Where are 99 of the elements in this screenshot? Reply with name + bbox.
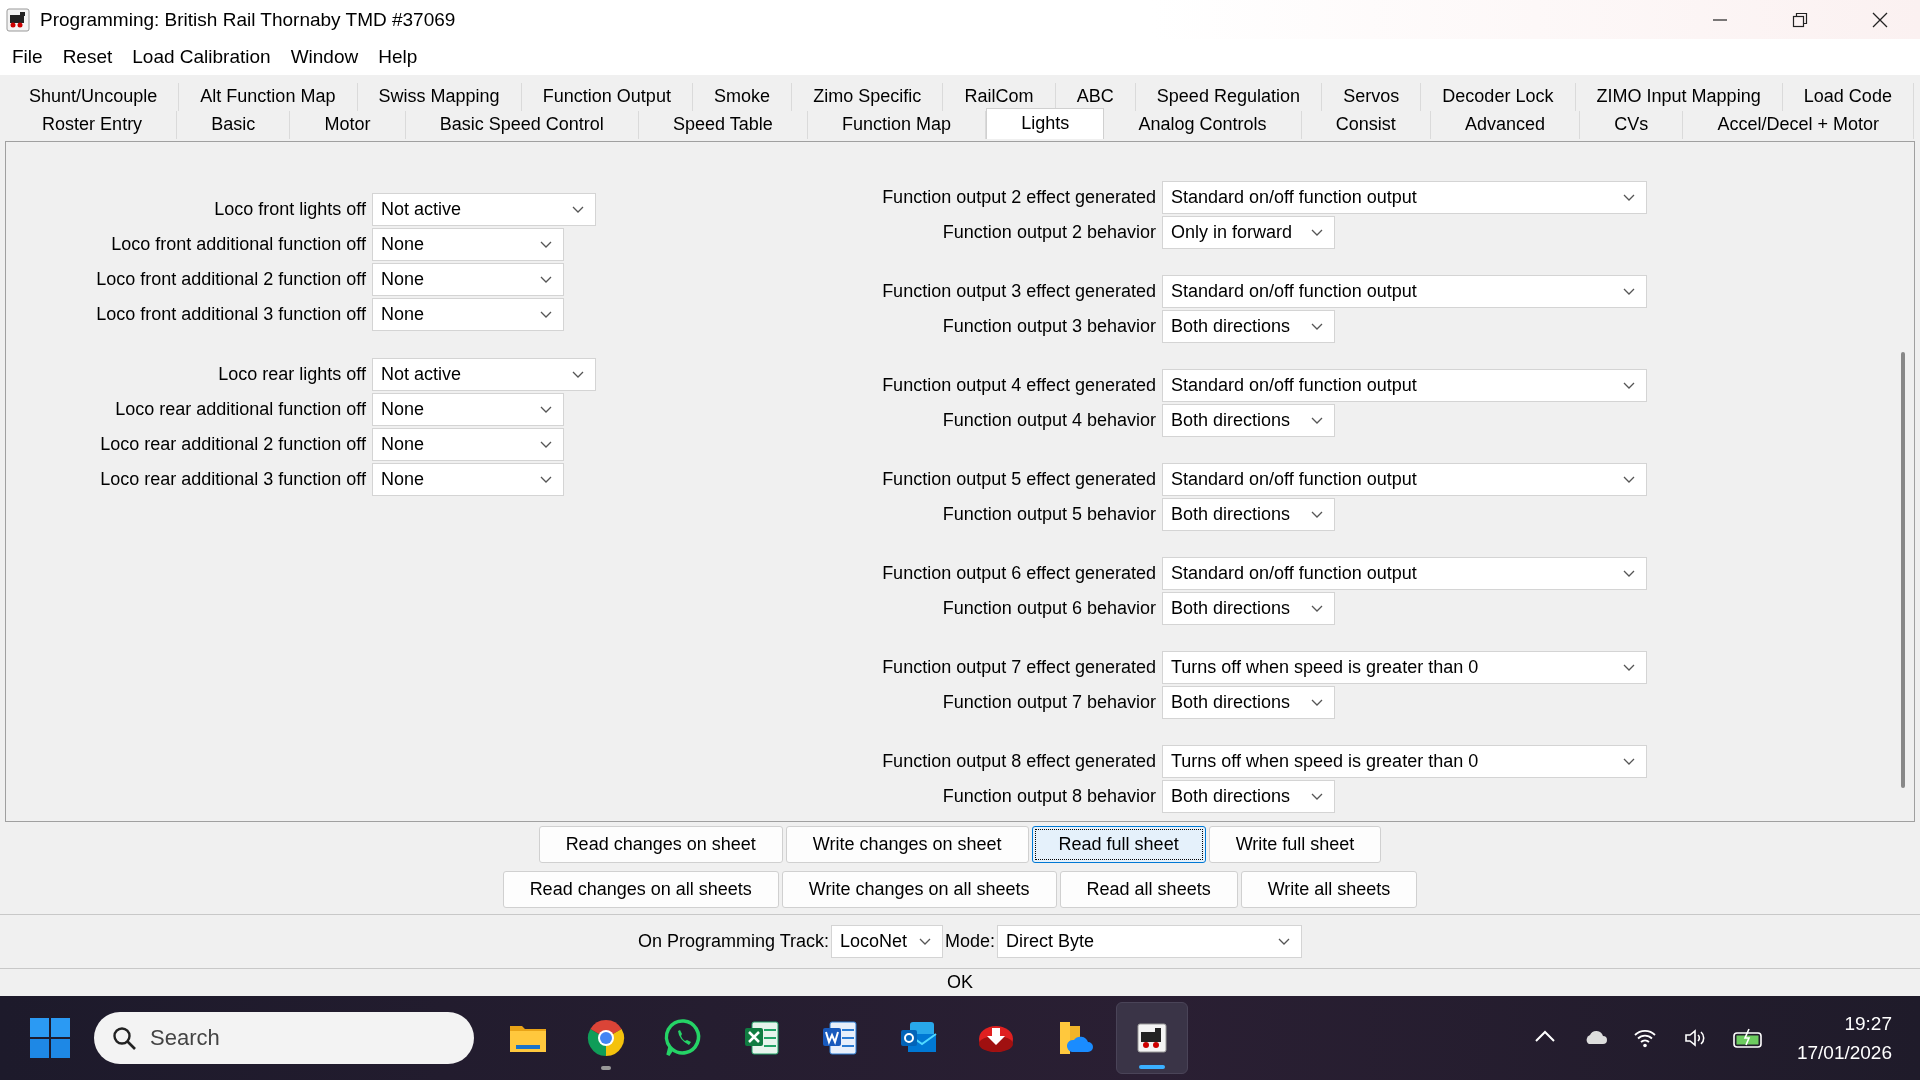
field-label: Loco rear lights off [217,363,366,385]
sheet-button[interactable]: Read all sheets [1059,870,1238,908]
field-label: Function output 2 effect generated [881,186,1156,208]
menu-item[interactable]: Load Calibration [122,46,281,69]
tab[interactable]: Shunt/Uncouple [8,82,180,111]
sheet-button[interactable]: Write all sheets [1240,870,1418,908]
dropdown[interactable]: Both directions [1162,779,1335,813]
scrollbar-thumb[interactable] [1901,351,1905,788]
field-label: Function output 7 effect generated [881,656,1156,678]
dropdown[interactable]: None [372,227,564,261]
dropdown[interactable]: Both directions [1162,309,1335,343]
field-label: Loco rear additional function off [114,398,366,420]
dropdown[interactable]: Only in forward [1162,215,1335,249]
menu-item[interactable]: Reset [52,46,123,69]
field-label: Loco front additional function off [110,233,366,255]
window-title: Programming: British Rail Thornaby TMD #37069 [40,8,456,31]
tab[interactable]: Servos [1322,82,1422,111]
tab[interactable]: Decoder Lock [1421,82,1576,111]
tab[interactable]: Speed Regulation [1135,82,1323,111]
dropdown[interactable]: Both directions [1162,497,1335,531]
tab[interactable]: Advanced [1430,110,1581,139]
tab[interactable]: Basic [177,110,291,139]
tab[interactable]: Smoke [693,82,793,111]
dropdown[interactable]: Both directions [1162,403,1335,437]
field-label: On Programming Track: [637,930,829,952]
dropdown[interactable]: Both directions [1162,685,1335,719]
tab[interactable]: Zimo Specific [792,82,944,111]
dropdown[interactable]: None [372,392,564,426]
tab[interactable]: Motor [290,110,406,139]
running-indicator [601,1066,611,1071]
menu-item[interactable]: File [2,46,53,69]
sheet-button[interactable]: Read full sheet [1031,825,1206,863]
sheet-button[interactable]: Write changes on all sheets [781,870,1057,908]
dropdown[interactable]: None [372,427,564,461]
battery-icon[interactable] [1732,1026,1763,1051]
field-label: Loco front lights off [213,198,366,220]
clock-time[interactable]: 19:27 [1844,1009,1892,1039]
dropdown[interactable]: Turns off when speed is greater than 0 [1162,744,1647,778]
field-label: Loco rear additional 3 function off [99,468,366,490]
dropdown[interactable]: None [372,262,564,296]
taskbar-app[interactable] [1116,1002,1188,1075]
sheet-button[interactable]: Write full sheet [1208,825,1382,863]
status-text: OK [947,972,973,994]
sheet-button[interactable]: Read changes on sheet [538,825,783,863]
dropdown[interactable]: None [372,297,564,331]
field-label: Function output 3 effect generated [881,280,1156,302]
windows-logo-icon[interactable] [30,1018,70,1059]
tab[interactable]: Alt Function Map [179,82,358,111]
tab[interactable]: Basic Speed Control [405,110,639,139]
field-label: Function output 4 behavior [941,409,1156,431]
field-label: Function output 5 behavior [941,503,1156,525]
field-label: Function output 6 effect generated [881,562,1156,584]
tab[interactable]: CVs [1580,110,1684,139]
dropdown[interactable]: Turns off when speed is greater than 0 [1162,650,1647,684]
dropdown[interactable]: Standard on/off function output [1162,274,1647,308]
menu-item[interactable]: Help [368,46,428,69]
search-icon [112,1026,136,1051]
dropdown[interactable]: Standard on/off function output [1162,462,1647,496]
browser-icon [586,1018,626,1059]
search-field[interactable]: Search [94,1012,474,1065]
tab[interactable]: Function Output [521,82,693,111]
close-icon[interactable] [1872,11,1888,28]
dropdown[interactable]: Not active [372,192,596,226]
clock-date[interactable]: 17/01/2026 [1796,1038,1892,1068]
field-label: Function output 8 effect generated [881,750,1156,772]
tab[interactable]: Accel/Decel + Motor [1683,110,1915,139]
field-label: Loco front additional 2 function off [95,268,366,290]
field-label: Mode: [945,930,996,952]
tab[interactable]: Roster Entry [8,110,178,139]
mode-dropdown[interactable]: Direct Byte [997,924,1303,958]
track-dropdown[interactable]: LocoNet [831,924,943,958]
restore-icon[interactable] [1792,11,1808,28]
tab[interactable]: Consist [1301,110,1431,139]
tab[interactable]: ZIMO Input Mapping [1575,82,1783,111]
dropdown[interactable]: Standard on/off function output [1162,180,1647,214]
tab[interactable]: Swiss Mapping [357,82,522,111]
field-label: Function output 4 effect generated [881,374,1156,396]
dropdown[interactable]: Standard on/off function output [1162,368,1647,402]
tab[interactable]: Analog Controls [1104,110,1302,139]
field-label: Function output 8 behavior [941,785,1156,807]
field-label: Function output 6 behavior [941,597,1156,619]
field-label: Function output 7 behavior [941,691,1156,713]
field-label: Function output 5 effect generated [881,468,1156,490]
dropdown[interactable]: Standard on/off function output [1162,556,1647,590]
locomotive-icon [6,7,30,32]
menu-item[interactable]: Window [280,46,369,69]
tab[interactable]: Lights [986,107,1105,139]
sheet-button[interactable]: Read changes on all sheets [502,870,779,908]
running-indicator [1139,1065,1165,1070]
tab[interactable]: Speed Table [638,110,808,139]
dropdown[interactable]: None [372,462,564,496]
field-label: Function output 2 behavior [941,221,1156,243]
field-label: Loco front additional 3 function off [95,303,366,325]
dropdown[interactable]: Both directions [1162,591,1335,625]
field-label: Function output 3 behavior [941,315,1156,337]
tab[interactable]: Load Code [1782,82,1914,111]
field-label: Loco rear additional 2 function off [99,433,366,455]
sheet-button[interactable]: Write changes on sheet [785,825,1029,863]
dropdown[interactable]: Not active [372,357,596,391]
